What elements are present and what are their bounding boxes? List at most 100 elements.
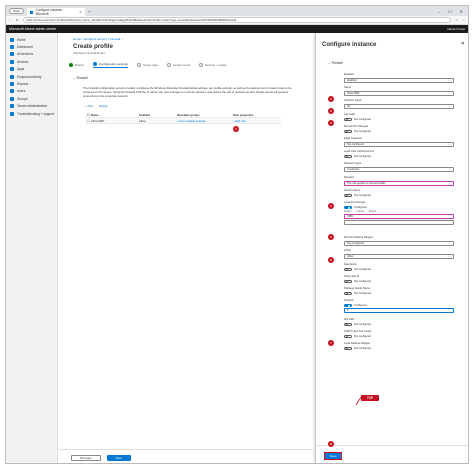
name-input[interactable]: Allow RDP (344, 90, 454, 96)
step-review-create[interactable]: Review + create (199, 62, 227, 68)
set-reusable-settings-link[interactable]: + Set reusable settings (175, 119, 231, 123)
policy-app-id-toggle[interactable]: Not configured (344, 279, 454, 284)
table-row[interactable]: ☐ Allow RDP Allow + Set reusable setting… (85, 118, 281, 124)
toggle-switch[interactable] (344, 267, 352, 272)
sidebar-item-endpoint-security[interactable]: Endpoint security (6, 73, 57, 80)
delete-button[interactable]: Delete (99, 104, 108, 108)
sidebar: Home Dashboard All services Devices Apps… (6, 33, 58, 463)
maximize-icon[interactable]: ☐ (448, 9, 452, 14)
toggle-switch[interactable] (344, 193, 352, 198)
local-user-authorized-list-toggle[interactable]: Not configured (344, 154, 454, 159)
more-icon[interactable]: ⋯ (462, 18, 465, 22)
section-label: Firewall (76, 76, 88, 80)
step-assignments[interactable]: Assignments (166, 62, 190, 68)
package-family-name-toggle[interactable]: Not configured (344, 291, 454, 296)
firewall-section-toggle[interactable]: ⌄ Firewall (316, 53, 468, 65)
sidebar-item-devices[interactable]: Devices (6, 58, 57, 65)
toggle-state: Not configured (354, 267, 371, 271)
panel-scrollbar[interactable] (468, 53, 469, 445)
port-import-button[interactable]: Import (357, 210, 364, 213)
local-port-input[interactable]: 3389 (344, 214, 454, 220)
browser-tab[interactable]: Configure instance - Microsoft ... ✕ (26, 8, 85, 16)
toggle-switch[interactable] (344, 205, 352, 210)
sidebar-item-label: Troubleshooting + support (17, 111, 55, 116)
user-account[interactable]: Nicole Forest (447, 27, 465, 31)
remote-address-ranges-dropdown[interactable]: Not configured ⌄ (344, 240, 454, 246)
refresh-icon[interactable]: ↻ (16, 18, 19, 22)
toggle-switch[interactable] (344, 322, 352, 327)
minimize-icon[interactable]: – (438, 9, 440, 14)
step-configuration-settings[interactable]: Configuration settings (92, 62, 128, 68)
file-path-toggle[interactable]: Not configured (344, 322, 454, 327)
step-scope-tags[interactable]: Scope tags (136, 62, 158, 68)
toggle-switch[interactable] (344, 291, 352, 296)
sidebar-item-troubleshooting[interactable]: Troubleshooting + support (6, 110, 57, 117)
description-toggle[interactable]: Not configured (344, 267, 454, 272)
sidebar-item-dashboard[interactable]: Dashboard (6, 43, 57, 50)
favorites-icon[interactable]: ☆ (455, 18, 458, 22)
local-address-ranges-toggle[interactable]: Not configured (344, 346, 454, 351)
interface-types-dropdown[interactable]: All ⌄ (344, 103, 454, 109)
local-port-ranges-toggle[interactable]: Configured (344, 205, 454, 210)
sidebar-item-apps[interactable]: Apps (6, 66, 57, 73)
previous-button[interactable]: Previous (71, 454, 101, 461)
breadcrumb[interactable]: Home > Endpoint security | Firewall > (59, 33, 313, 41)
firewall-description: The Firewall configuration service provi… (83, 86, 292, 98)
sidebar-item-home[interactable]: Home (6, 36, 57, 43)
back-icon[interactable]: ← (9, 18, 12, 22)
direction-dropdown[interactable]: The rule applies to inbound traffic. ⌄ (344, 180, 454, 186)
edge-traversal-dropdown[interactable]: Not configured ⌄ (344, 141, 454, 147)
protocol-input[interactable]: 6 (344, 308, 454, 314)
port-export-button[interactable]: Export (369, 210, 377, 213)
toggle-switch[interactable] (344, 129, 352, 134)
toggle-state: Not configured (354, 291, 371, 295)
app-fqdn-toggle[interactable]: Not configured (344, 117, 454, 122)
sidebar-item-reports[interactable]: Reports (6, 80, 57, 87)
next-button[interactable]: Next (106, 454, 131, 461)
local-port-new-input[interactable] (344, 220, 454, 226)
toggle-state: Not configured (354, 129, 371, 133)
toggle-switch[interactable] (344, 303, 352, 308)
sidebar-item-tenant-admin[interactable]: Tenant administration (6, 103, 57, 110)
service-name-toggle[interactable]: Not configured (344, 193, 454, 198)
setting-label: Action (344, 249, 352, 252)
sidebar-item-label: Groups (17, 96, 28, 101)
network-types-dropdown[interactable]: 0 selected ⌄ (344, 166, 454, 172)
sidebar-item-all-services[interactable]: All services (6, 51, 57, 58)
local-address-ranges-setting: Local Address Ranges Not configured (344, 342, 454, 351)
sidebar-item-label: Apps (17, 67, 25, 72)
toggle-switch[interactable] (344, 117, 352, 122)
port-delete-button[interactable]: Delete (344, 210, 352, 213)
tab-close-icon[interactable]: ✕ (79, 10, 82, 14)
all-services-icon (10, 52, 14, 57)
save-button[interactable]: Save (324, 452, 342, 460)
protocol-toggle[interactable]: Configured (344, 303, 454, 308)
panel-content: ⌄ Firewall Enabled Enabled ⌄ Name Allow R… (316, 53, 468, 445)
toggle-switch[interactable] (344, 154, 352, 159)
add-button[interactable]: + Add (85, 104, 93, 108)
sidebar-item-groups[interactable]: Groups (6, 95, 57, 102)
setting-label: ICMP Types And Codes (344, 330, 372, 333)
action-dropdown[interactable]: Allow ⌄ (344, 253, 454, 259)
close-icon[interactable]: ✕ (461, 41, 465, 47)
toggle-switch[interactable] (344, 279, 352, 284)
enabled-dropdown[interactable]: Enabled ⌄ (344, 77, 454, 83)
firewall-section-toggle[interactable]: ⌄ Firewall (73, 76, 313, 80)
workspace-button[interactable]: Work (9, 8, 24, 14)
devices-icon (10, 59, 14, 64)
sidebar-item-users[interactable]: Users (6, 88, 57, 95)
url-field[interactable]: https://intune.microsoft.com/#view/Micro… (22, 17, 452, 23)
close-window-icon[interactable]: ✕ (460, 9, 463, 14)
step-basics[interactable]: Basics (69, 62, 84, 68)
toggle-switch[interactable] (344, 334, 352, 339)
icmp-types-toggle[interactable]: Not configured (344, 334, 454, 339)
step-label: Scope tags (142, 63, 158, 67)
policy-app-id-setting: Policy App Id Not configured (344, 275, 454, 284)
new-tab-icon[interactable]: + (88, 9, 90, 14)
toggle-switch[interactable] (344, 346, 352, 351)
remote-port-ranges-setting: Remote Port Ranges Not configured (344, 125, 454, 134)
step-badge: 1 (233, 126, 239, 132)
edit-rule-link[interactable]: + Edit rule (231, 119, 275, 123)
scrollbar-thumb[interactable] (468, 77, 469, 407)
remote-port-ranges-toggle[interactable]: Not configured (344, 129, 454, 134)
